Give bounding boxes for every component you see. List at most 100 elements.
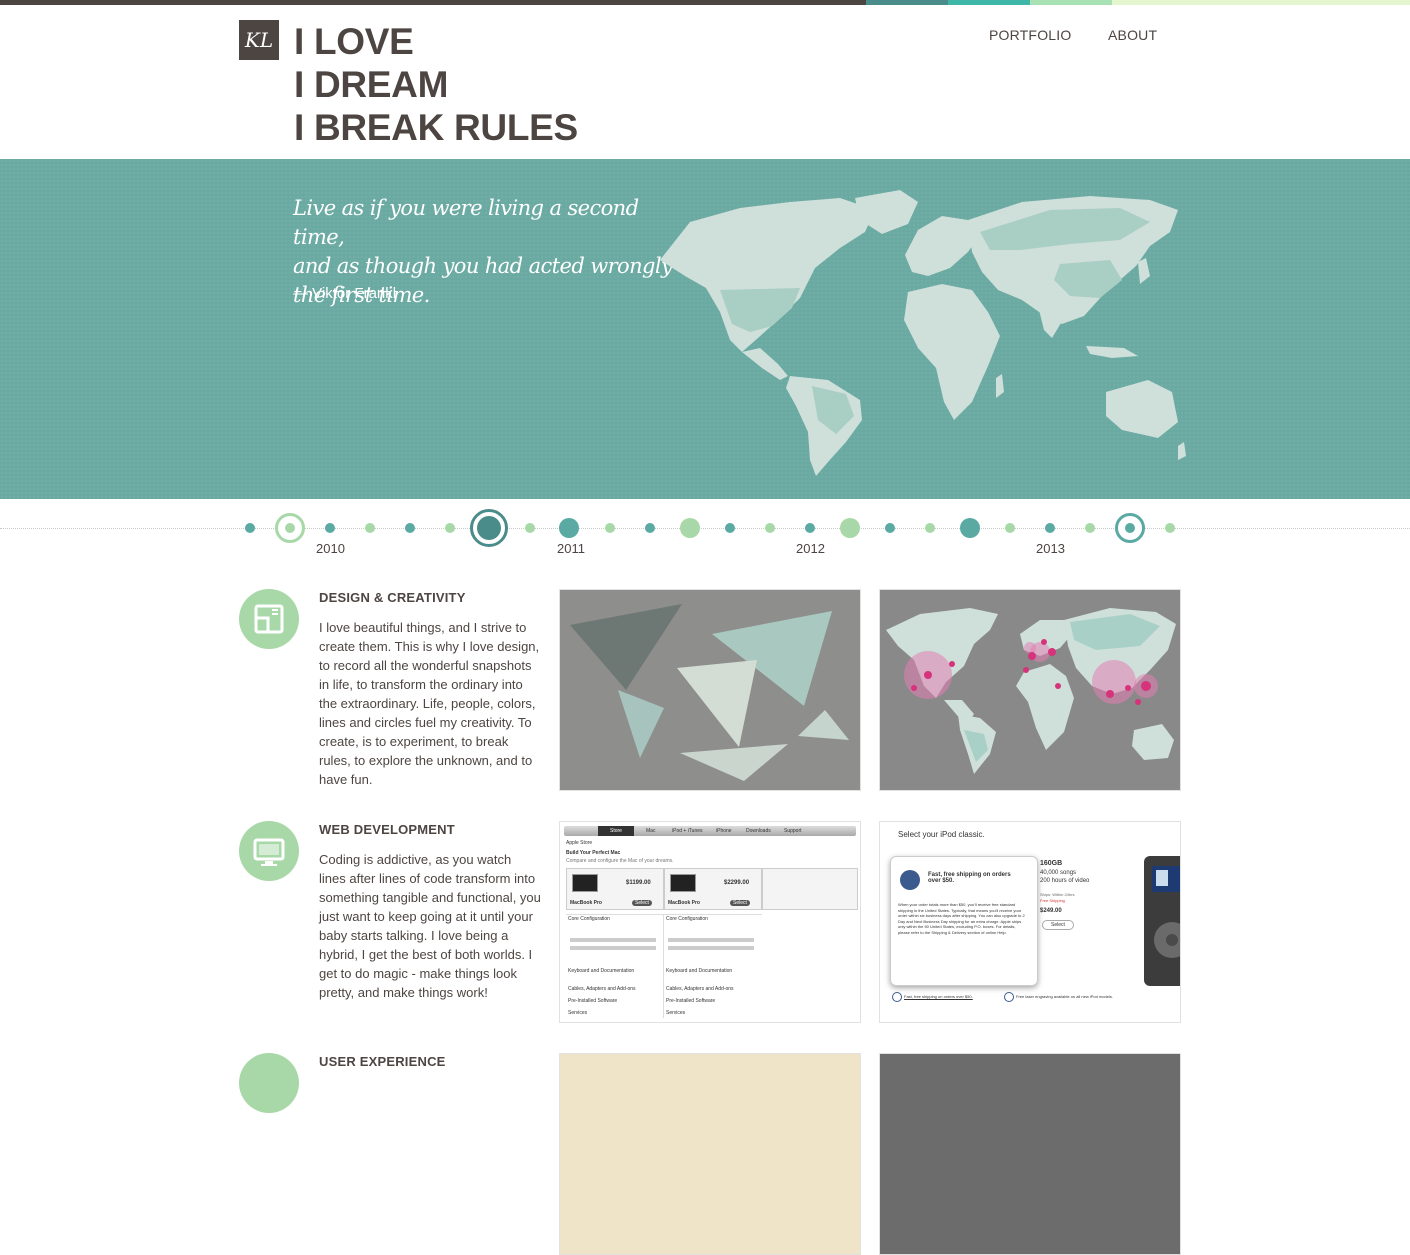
timeline-dot[interactable] — [325, 523, 335, 533]
triangles-artwork — [560, 590, 860, 790]
mac-config-row: Cables, Adapters and Add-ons — [568, 986, 636, 992]
timeline-dot[interactable] — [445, 523, 455, 533]
mac-config-row: Services — [568, 1010, 588, 1016]
mac-price: $2299.00 — [724, 880, 750, 886]
section-text: I love beautiful things, and I strive to… — [319, 620, 540, 787]
ipod-image — [1144, 856, 1180, 986]
section-title: USER EXPERIENCE — [319, 1054, 446, 1069]
timeline-dot[interactable] — [1005, 523, 1015, 533]
timeline-year[interactable]: 2010 — [316, 541, 345, 556]
ipod-title: Select your iPod classic. — [898, 830, 985, 839]
portfolio-thumb-ux-1[interactable] — [559, 1053, 861, 1255]
mac-subheading: Compare and configure the Mac of your dr… — [566, 858, 674, 864]
section-title: DESIGN & CREATIVITY — [319, 590, 466, 605]
mac-product-card-empty — [762, 868, 858, 910]
mac-price: $1199.00 — [626, 880, 651, 886]
timeline-dot[interactable] — [960, 518, 980, 538]
timeline-dot[interactable] — [525, 523, 535, 533]
truck-icon — [892, 992, 902, 1002]
mac-config-row: Keyboard and Documentation — [568, 968, 635, 974]
timeline-dot[interactable] — [765, 523, 775, 533]
mac-store-label: Apple Store — [566, 840, 593, 846]
timeline-dot[interactable] — [725, 523, 735, 533]
ipod-select-button[interactable]: Select — [1042, 920, 1074, 930]
engraving-icon — [1004, 992, 1014, 1002]
timeline-dot[interactable] — [680, 518, 700, 538]
timeline-dot[interactable] — [275, 513, 305, 543]
quote-line: Live as if you were living a second time… — [293, 196, 639, 249]
timeline-dot[interactable] — [805, 523, 815, 533]
timeline-dot-core — [477, 516, 501, 540]
timeline-dot-core — [285, 523, 295, 533]
section-text: Coding is addictive, as you watch lines … — [319, 852, 541, 1000]
laptop-image — [670, 874, 696, 892]
portfolio-thumb-ux-2[interactable] — [879, 1053, 1181, 1255]
ipod-capacity: 160GB — [1040, 860, 1063, 867]
portfolio-thumb-triangles[interactable] — [559, 589, 861, 791]
timeline-dot[interactable] — [840, 518, 860, 538]
timeline-dot[interactable] — [645, 523, 655, 533]
mac-config-row: Cables, Adapters and Add-ons — [666, 986, 734, 992]
ipod-footer-shipping-link[interactable]: Fast, free shipping on orders over $50. — [904, 994, 973, 999]
mac-tab: iPod + iTunes — [672, 828, 703, 834]
mac-config-row: Core Configuration — [666, 916, 708, 922]
design-icon — [239, 589, 299, 649]
world-map-illustration — [660, 190, 1186, 476]
pencil-ruler-icon — [254, 604, 284, 634]
timeline-dot[interactable] — [365, 523, 375, 533]
tagline-line: I BREAK RULES — [294, 107, 578, 148]
popup-title: Fast, free shipping on orders over $50. — [928, 872, 1011, 884]
timeline-dot[interactable] — [1085, 523, 1095, 533]
timeline-dot[interactable] — [885, 523, 895, 533]
bubble-map-artwork — [880, 590, 1180, 790]
ipod-free-shipping: Free Shipping — [1040, 898, 1065, 903]
timeline-dot[interactable] — [925, 523, 935, 533]
mac-tab: iPhone — [716, 828, 732, 834]
timeline-year[interactable]: 2011 — [557, 541, 585, 556]
timeline-dot[interactable] — [405, 523, 415, 533]
user-experience-icon — [239, 1053, 299, 1113]
webdev-icon — [239, 821, 299, 881]
mac-model: MacBook Pro — [668, 900, 700, 906]
mac-tab: Store — [610, 828, 622, 834]
mac-model: MacBook Pro — [570, 900, 602, 906]
timeline-dot[interactable] — [470, 509, 508, 547]
section-title: WEB DEVELOPMENT — [319, 822, 455, 837]
mac-tab: Support — [784, 828, 802, 834]
mac-config-row: Services — [666, 1010, 686, 1016]
timeline: 2010 2011 2012 2013 — [0, 499, 1410, 569]
timeline-dot[interactable] — [1045, 523, 1055, 533]
mac-tab: Mac — [646, 828, 656, 834]
mac-config-row: Pre-Installed Software — [666, 998, 716, 1004]
mac-select-button[interactable]: Select — [730, 900, 750, 906]
timeline-year[interactable]: 2013 — [1036, 541, 1065, 556]
main-nav: PORTFOLIO ABOUT — [0, 27, 1410, 47]
nav-portfolio[interactable]: PORTFOLIO — [989, 27, 1071, 43]
nav-about[interactable]: ABOUT — [1108, 27, 1157, 43]
popup-text: When your order totals more than $50, yo… — [898, 902, 1025, 935]
mac-config-row: Keyboard and Documentation — [666, 968, 733, 974]
mac-config-row: Core Configuration — [568, 916, 610, 922]
mac-tab: Downloads — [746, 828, 771, 834]
monitor-icon — [253, 838, 285, 866]
ipod-footer-engraving: Free laser engraving available on all ne… — [1016, 994, 1113, 999]
laptop-image — [572, 874, 598, 892]
truck-icon — [900, 870, 920, 890]
mac-config-row: Pre-Installed Software — [568, 998, 618, 1004]
timeline-dot[interactable] — [605, 523, 615, 533]
quote-author: — Viktor Frankl — [293, 285, 397, 302]
portfolio-thumb-mac-store[interactable]: Store Mac iPod + iTunes iPhone Downloads… — [559, 821, 861, 1023]
timeline-year[interactable]: 2012 — [796, 541, 825, 556]
timeline-dot[interactable] — [1115, 513, 1145, 543]
tagline-line: I DREAM — [294, 64, 449, 105]
portfolio-thumb-worldmap[interactable] — [879, 589, 1181, 791]
timeline-dot[interactable] — [559, 518, 579, 538]
mac-select-button[interactable]: Select — [632, 900, 652, 906]
portfolio-thumb-ipod[interactable]: Select your iPod classic. 160GB 40,000 s… — [879, 821, 1181, 1023]
mac-heading: Build Your Perfect Mac — [566, 850, 621, 856]
timeline-dot[interactable] — [245, 523, 255, 533]
timeline-dot[interactable] — [1165, 523, 1175, 533]
quote-line: and as though you had acted wrongly — [293, 254, 673, 278]
ipod-songs: 40,000 songs — [1040, 870, 1077, 876]
ipod-video: 200 hours of video — [1040, 878, 1090, 884]
